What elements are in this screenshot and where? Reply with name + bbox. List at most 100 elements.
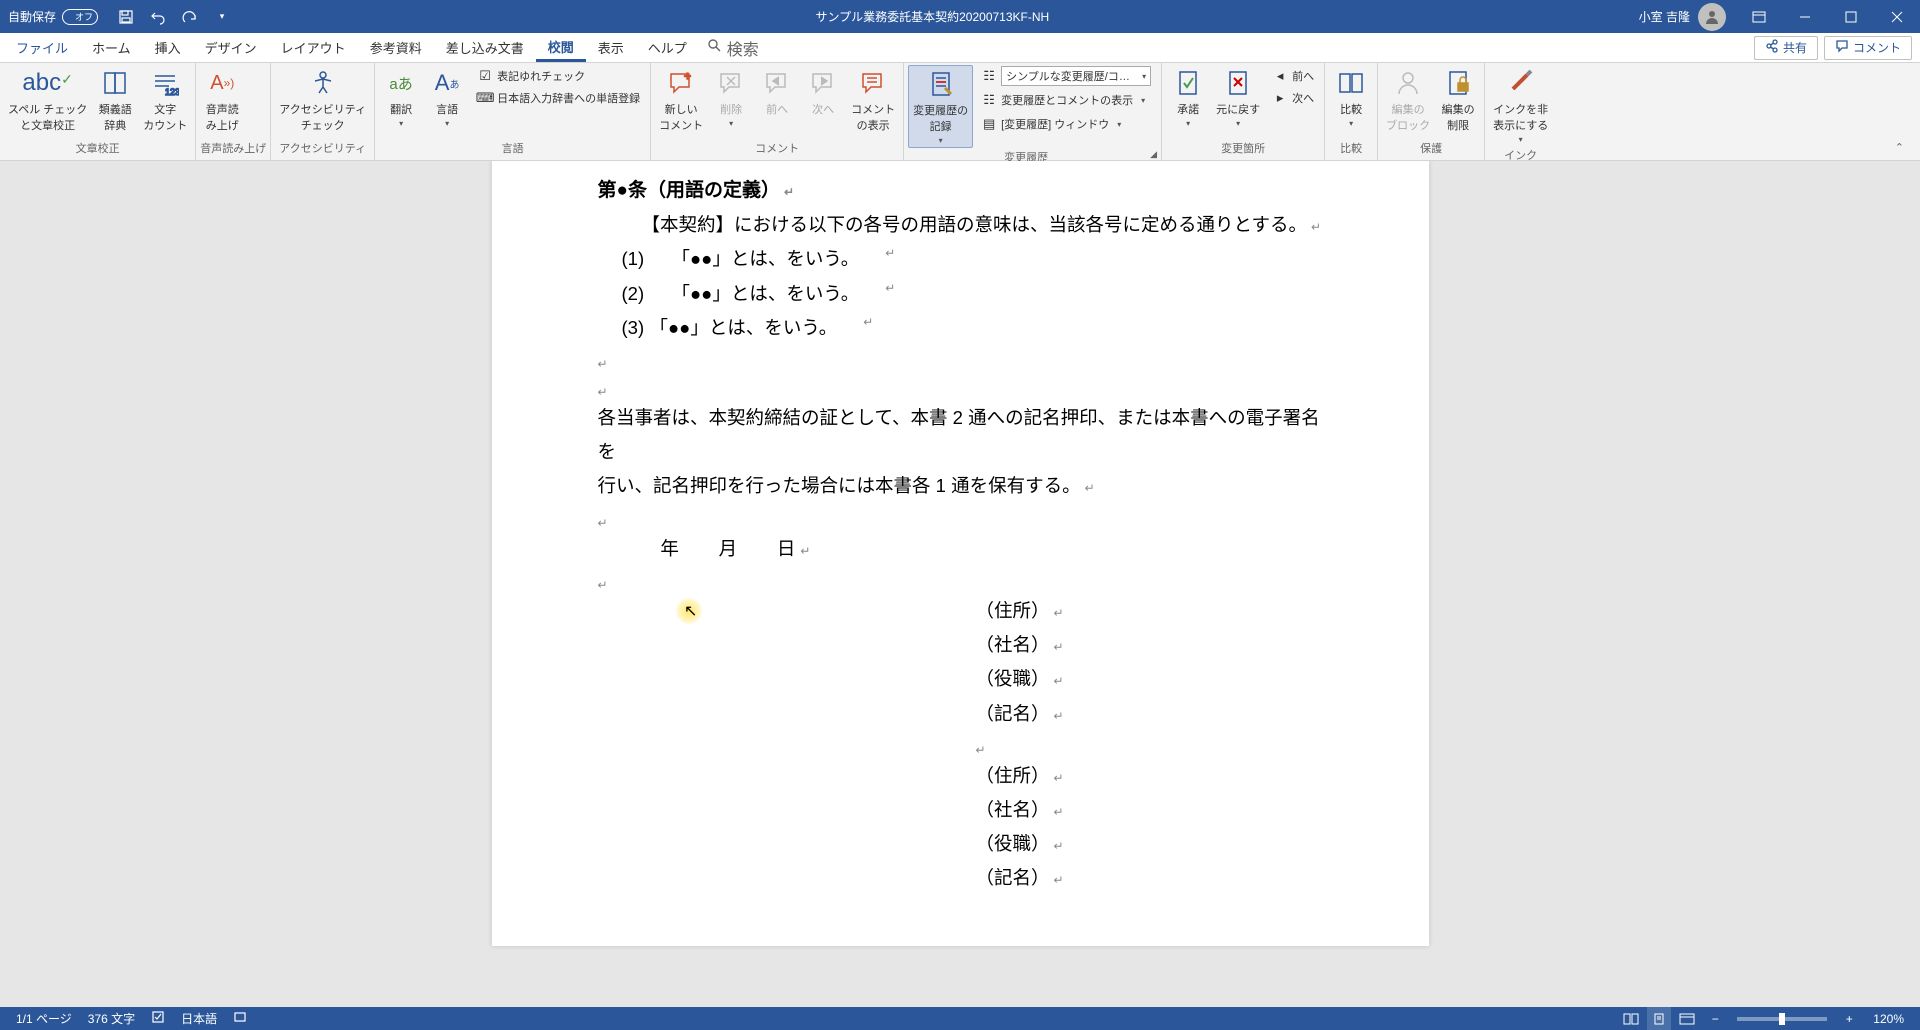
user-badge[interactable]: 小室 吉隆 (1629, 3, 1736, 31)
definition-item-1: (1)「●●」とは、をいう。 (598, 242, 1323, 276)
ime-icon: ⌨ (477, 90, 493, 106)
share-label: 共有 (1783, 39, 1807, 56)
language-button[interactable]: Aあ言語▾ (425, 65, 469, 130)
zoom-in-button[interactable]: + (1837, 1007, 1861, 1030)
empty-paragraph (598, 731, 1323, 759)
thesaurus-button[interactable]: 類義語 辞典 (93, 65, 137, 135)
block-authors-icon (1392, 67, 1424, 99)
comments-label: コメント (1853, 39, 1901, 56)
signature-block-a: （住所） （社名） （役職） （記名） (598, 594, 1323, 731)
collapse-ribbon-icon[interactable]: ⌃ (1887, 139, 1912, 156)
tab-file[interactable]: ファイル (4, 33, 80, 62)
consistency-button[interactable]: ☑表記ゆれチェック (471, 65, 646, 87)
qat-more-icon[interactable]: ▾ (208, 0, 236, 33)
consistency-icon: ☑ (477, 68, 493, 84)
tab-help[interactable]: ヘルプ (636, 33, 699, 62)
empty-paragraph (598, 504, 1323, 532)
save-icon[interactable] (112, 0, 140, 33)
translate-button[interactable]: aあ翻訳▾ (379, 65, 423, 130)
maximize-icon[interactable] (1828, 0, 1874, 33)
view-web-layout-icon[interactable] (1675, 1007, 1699, 1030)
status-language[interactable]: 日本語 (173, 1010, 225, 1027)
zoom-slider[interactable] (1737, 1017, 1827, 1021)
tab-references[interactable]: 参考資料 (358, 33, 434, 62)
status-wordcount[interactable]: 376 文字 (80, 1010, 143, 1027)
display-for-review-combo[interactable]: ☷シンプルな変更履歴/コ…▾ (975, 65, 1157, 87)
track-changes-icon (925, 68, 957, 100)
share-button[interactable]: 共有 (1754, 36, 1818, 60)
sig-b-title: （役職） (976, 827, 1323, 861)
group-changes: 承諾▾ 元に戻す▾ ◂前へ ▸次へ 変更箇所 (1162, 63, 1325, 160)
tab-mailings[interactable]: 差し込み文書 (434, 33, 536, 62)
status-spellcheck-icon[interactable] (143, 1010, 173, 1027)
ime-register-button[interactable]: ⌨日本語入力辞書への単語登録 (471, 87, 646, 109)
group-accessibility: アクセシビリティ チェック アクセシビリティ (271, 63, 375, 160)
article-intro: 【本契約】における以下の各号の用語の意味は、当該各号に定める通りとする。 (598, 208, 1323, 242)
view-read-mode-icon[interactable] (1619, 1007, 1643, 1030)
spelling-button[interactable]: abc✓スペル チェック と文章校正 (4, 65, 91, 135)
new-comment-button[interactable]: +新しい コメント (655, 65, 707, 135)
prev-change-icon: ◂ (1272, 68, 1288, 84)
view-print-layout-icon[interactable] (1647, 1007, 1671, 1030)
svg-text:+: + (684, 69, 691, 83)
delete-comment-button[interactable]: 削除▾ (709, 65, 753, 130)
tab-design[interactable]: デザイン (193, 33, 269, 62)
search-icon (707, 38, 721, 57)
tell-me-search[interactable]: 検索 (699, 33, 767, 62)
sig-a-company: （社名） (976, 628, 1323, 662)
redo-icon[interactable] (176, 0, 204, 33)
accessibility-button[interactable]: アクセシビリティ チェック (275, 65, 370, 135)
prev-comment-button[interactable]: 前へ (755, 65, 799, 119)
tracking-dialog-launcher[interactable]: ◢ (1144, 149, 1157, 160)
undo-icon[interactable] (144, 0, 172, 33)
autosave-toggle[interactable]: 自動保存 オフ (8, 8, 98, 25)
close-icon[interactable] (1874, 0, 1920, 33)
tab-insert[interactable]: 挿入 (143, 33, 193, 62)
readaloud-button[interactable]: A»)音声読 み上げ (200, 65, 244, 135)
ribbon-display-icon[interactable] (1736, 0, 1782, 33)
zoom-out-button[interactable]: − (1703, 1007, 1727, 1030)
next-comment-button[interactable]: 次へ (801, 65, 845, 119)
comments-button[interactable]: コメント (1824, 36, 1912, 60)
group-comments: +新しい コメント 削除▾ 前へ 次へ コメント の表示 コメント (651, 63, 904, 160)
closing-line-1: 各当事者は、本契約締結の証として、本書 2 通への記名押印、または本書への電子署… (598, 401, 1323, 469)
document-area[interactable]: 第●条（用語の定義） 【本契約】における以下の各号の用語の意味は、当該各号に定め… (0, 161, 1920, 1007)
show-comments-button[interactable]: コメント の表示 (847, 65, 899, 135)
tab-home[interactable]: ホーム (80, 33, 143, 62)
date-line: 年 月 日 (598, 532, 1323, 566)
zoom-level[interactable]: 120% (1865, 1012, 1912, 1026)
reviewing-pane-button[interactable]: ▤[変更履歴] ウィンドウ▾ (975, 113, 1157, 135)
sig-b-company: （社名） (976, 793, 1323, 827)
compare-button[interactable]: 比較▾ (1329, 65, 1373, 130)
status-page[interactable]: 1/1 ページ (8, 1010, 80, 1027)
restrict-editing-button[interactable]: 編集の 制限 (1436, 65, 1480, 135)
wordcount-button[interactable]: 123文字 カウント (139, 65, 191, 135)
autosave-label: 自動保存 (8, 8, 56, 25)
tab-review[interactable]: 校閲 (536, 33, 586, 62)
document-title: サンプル業務委託基本契約20200713KF-NH (236, 8, 1629, 25)
hide-ink-button[interactable]: インクを非 表示にする▾ (1489, 65, 1552, 146)
block-authors-button[interactable]: 編集の ブロック (1382, 65, 1434, 135)
prev-change-button[interactable]: ◂前へ (1266, 65, 1320, 87)
spellcheck-icon: abc✓ (32, 67, 64, 99)
minimize-icon[interactable] (1782, 0, 1828, 33)
thesaurus-icon (99, 67, 131, 99)
track-changes-button[interactable]: 変更履歴の 記録▾ (908, 65, 973, 148)
closing-line-2: 行い、記名押印を行った場合には本書各 1 通を保有する。 (598, 469, 1323, 503)
tab-view[interactable]: 表示 (586, 33, 636, 62)
empty-paragraph (598, 373, 1323, 401)
definition-item-2: (2)「●●」とは、をいう。 (598, 277, 1323, 311)
zoom-slider-thumb[interactable] (1779, 1013, 1785, 1025)
next-change-button[interactable]: ▸次へ (1266, 87, 1320, 109)
tab-layout[interactable]: レイアウト (269, 33, 358, 62)
show-markup-button[interactable]: ☷変更履歴とコメントの表示▾ (975, 89, 1157, 111)
share-icon (1765, 39, 1779, 56)
group-label-language: 言語 (379, 139, 646, 158)
accept-button[interactable]: 承諾▾ (1166, 65, 1210, 130)
wordcount-icon: 123 (149, 67, 181, 99)
show-comments-icon (857, 67, 889, 99)
accessibility-icon (307, 67, 339, 99)
reject-button[interactable]: 元に戻す▾ (1212, 65, 1264, 130)
status-macro-icon[interactable] (225, 1010, 255, 1027)
accept-icon (1172, 67, 1204, 99)
